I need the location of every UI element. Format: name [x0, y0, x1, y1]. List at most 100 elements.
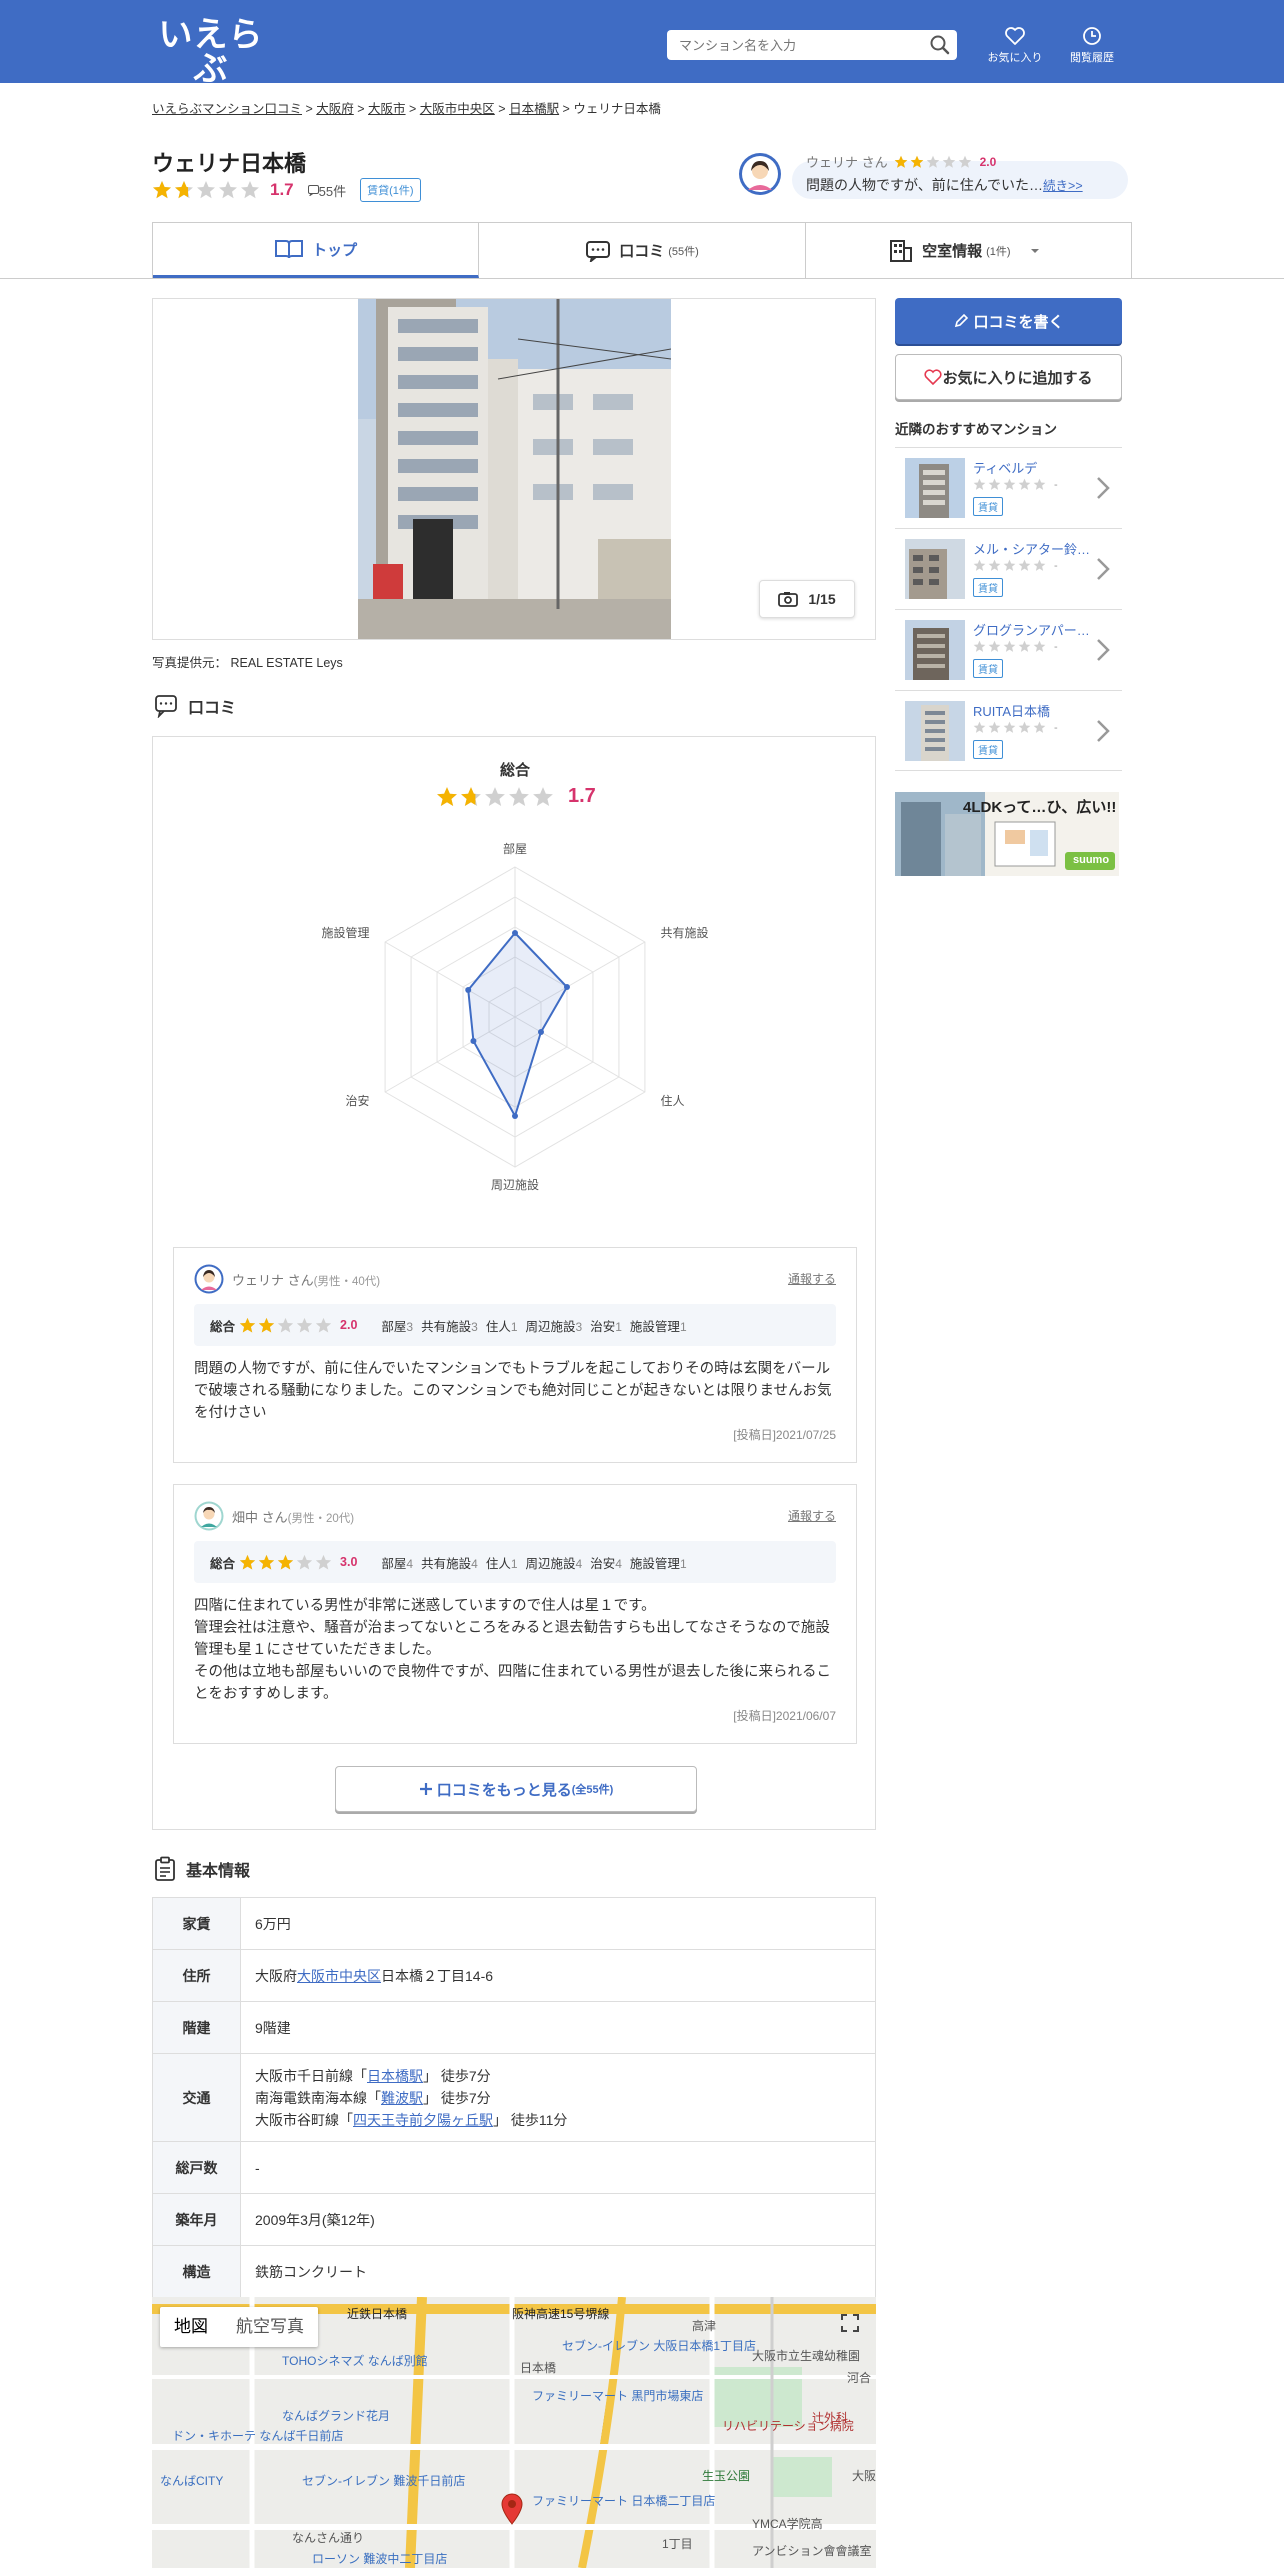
breadcrumb-link[interactable]: 大阪市中央区	[420, 102, 495, 116]
clipboard-icon	[155, 1856, 175, 1881]
score-item: 共有施設3	[421, 1319, 478, 1334]
map-tab-map[interactable]: 地図	[160, 2307, 222, 2347]
address-link[interactable]: 大阪市中央区	[297, 1968, 381, 1984]
logo-main-text: いえらぶ	[158, 15, 264, 89]
rent-tag[interactable]: 賃貸(1件)	[360, 178, 421, 202]
star-icon	[894, 155, 907, 168]
tab-reviews[interactable]: 口コミ (55件)	[479, 223, 806, 278]
star-icon	[958, 155, 971, 168]
basic-info-heading: 基本情報	[154, 1856, 250, 1882]
tab-top[interactable]: トップ	[153, 223, 480, 278]
page-tabs: トップ 口コミ (55件) 空室情報 (1件)	[152, 222, 1132, 278]
map-tab-aerial[interactable]: 航空写真	[222, 2307, 318, 2347]
heart-icon	[924, 369, 943, 385]
star-icon	[219, 181, 237, 199]
building-photo[interactable]	[358, 299, 671, 639]
nearby-rating: -	[973, 721, 1058, 734]
map-label: 生玉公園	[702, 2469, 751, 2483]
add-favorite-button[interactable]: お気に入りに追加する	[895, 354, 1122, 400]
map-label: 大阪市立生魂幼稚園	[752, 2349, 861, 2363]
rent-tag: 賃貸	[973, 578, 1003, 597]
star-icon	[485, 786, 505, 806]
chevron-right-icon	[1097, 720, 1110, 742]
nearby-heading: 近隣のおすすめマンション	[895, 422, 1057, 437]
search-icon[interactable]	[929, 34, 951, 59]
star-icon	[1003, 721, 1016, 733]
chevron-down-icon	[1030, 248, 1039, 253]
write-review-button[interactable]: 口コミを書く	[895, 298, 1122, 344]
star-icon	[533, 786, 553, 806]
station-link[interactable]: 難波駅	[381, 2090, 423, 2106]
chat-icon	[155, 695, 177, 718]
info-row-address: 住所 大阪府大阪市中央区日本橋２丁目14-6	[152, 1949, 876, 2002]
rating-stars	[894, 155, 974, 169]
station-link[interactable]: 四天王寺前夕陽ヶ丘駅	[353, 2112, 493, 2128]
station-link[interactable]: 日本橋駅	[367, 2068, 423, 2084]
score-item: 施設管理1	[629, 1556, 687, 1571]
radar-point	[470, 1038, 477, 1044]
reviews-panel: 総合 1.7 部屋 共有施設 住人 周辺施設 治安 施設管理 ウェリナ さん(男性・40代…	[152, 736, 876, 1830]
nearby-thumbnail	[905, 458, 965, 518]
map-label: アンビション會會議室	[752, 2544, 872, 2558]
breadcrumb-link[interactable]: 日本橋駅	[509, 102, 559, 116]
overall-rating: 1.7	[436, 785, 596, 808]
tab-vacancy[interactable]: 空室情報 (1件)	[806, 223, 1131, 278]
favorites-button[interactable]: お気に入り	[983, 26, 1047, 65]
map-label: なんばCITY	[160, 2474, 224, 2488]
star-icon	[296, 1317, 313, 1332]
photo-gallery: 1/15	[152, 298, 876, 640]
search-input[interactable]	[667, 30, 917, 60]
breadcrumb-link[interactable]: いえらぶマンション口コミ	[152, 102, 302, 116]
photo-counter[interactable]: 1/15	[759, 580, 855, 618]
breadcrumb-link[interactable]: 大阪市	[368, 102, 406, 116]
site-header: いえらぶ マンション口コミ お気に入り 閲覧履歴	[0, 0, 1284, 105]
map-label: 辻外科	[812, 2411, 849, 2425]
review-count[interactable]: 55件	[307, 181, 346, 200]
star-icon	[988, 721, 1001, 733]
more-reviews-button[interactable]: 口コミをもっと見る (全55件)	[335, 1766, 697, 1812]
chat-icon	[586, 240, 611, 262]
report-link[interactable]: 通報する	[788, 1270, 836, 1287]
star-icon	[1033, 721, 1046, 733]
report-link[interactable]: 通報する	[788, 1507, 836, 1524]
map-label: 河合	[847, 2371, 872, 2385]
star-icon	[461, 786, 481, 806]
nearby-item[interactable]: メル・シアター鈴… - 賃貸	[895, 528, 1122, 609]
property-rating: 1.7 55件 賃貸(1件)	[152, 178, 421, 202]
transit-line: 大阪市千日前線「日本橋駅」 徒歩7分	[255, 2067, 491, 2084]
rating-stars	[973, 640, 1048, 653]
score-item: 住人1	[485, 1556, 518, 1571]
ad-banner[interactable]: 4LDKって…ひ、広い!! suumo	[895, 792, 1119, 876]
nearby-name: メル・シアター鈴…	[973, 542, 1091, 557]
nearby-item[interactable]: グログランアパー… - 賃貸	[895, 609, 1122, 690]
map-label: 1丁目	[662, 2537, 693, 2551]
breadcrumb-link[interactable]: 大阪府	[316, 102, 354, 116]
top-review-author: ウェリナ さん 2.0	[806, 154, 997, 171]
rating-stars	[152, 180, 262, 200]
nearby-name: グログランアパー…	[973, 623, 1090, 638]
favorites-label: お気に入り	[987, 52, 1043, 64]
star-icon	[973, 721, 986, 733]
clock-icon	[1083, 27, 1101, 45]
map[interactable]: 地図 航空写真 近鉄日本橋 阪神高速15号堺線 TOHOシネマズ なんば別館 な…	[152, 2297, 876, 2568]
map-label: ファミリーマート 日本橋二丁目店	[532, 2494, 716, 2508]
chevron-right-icon	[1097, 477, 1110, 499]
nearby-item[interactable]: ティベルデ - 賃貸	[895, 447, 1122, 528]
star-icon	[1003, 478, 1016, 490]
score-item: 共有施設4	[421, 1556, 478, 1571]
nearby-rating: -	[973, 478, 1058, 491]
radar-axis-label: 周辺施設	[491, 1177, 539, 1192]
score-item: 治安1	[590, 1319, 622, 1334]
map-pin-icon	[501, 2493, 523, 2525]
map-label: 高津	[692, 2319, 717, 2333]
info-row-built: 築年月 2009年3月(築12年)	[152, 2193, 876, 2246]
review-scores: 総合 2.0 部屋3 共有施設3 住人1 周辺施設3 治安1 施設管理1	[194, 1304, 836, 1346]
nearby-item[interactable]: RUITA日本橋 - 賃貸	[895, 690, 1122, 771]
star-icon	[942, 155, 955, 168]
fullscreen-icon[interactable]	[840, 2313, 860, 2333]
site-logo[interactable]: いえらぶ マンション口コミ	[151, 18, 271, 107]
read-more-link[interactable]: 続き>>	[1043, 179, 1083, 193]
star-icon	[988, 640, 1001, 652]
history-button[interactable]: 閲覧履歴	[1060, 26, 1124, 65]
map-label: 近鉄日本橋	[347, 2307, 408, 2321]
